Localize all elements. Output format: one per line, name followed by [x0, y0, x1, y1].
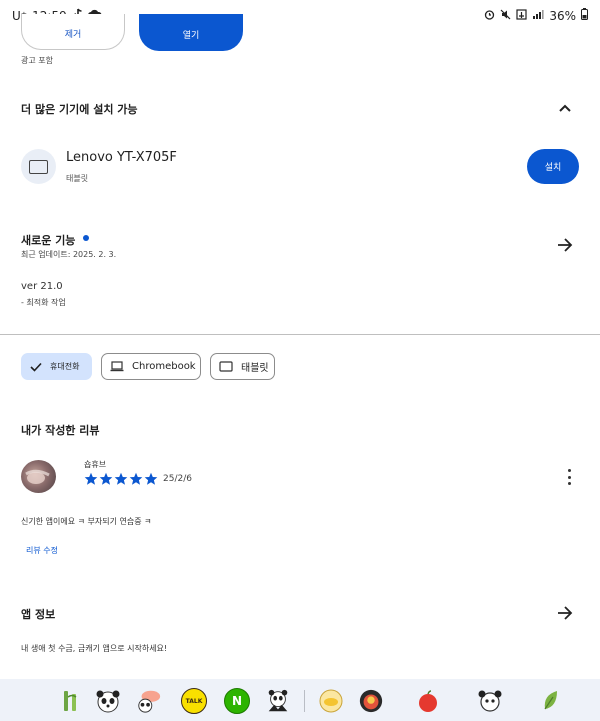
star-icon — [84, 472, 98, 485]
app-info-title[interactable]: 앱 정보 — [21, 606, 55, 622]
sticker-divider — [304, 690, 305, 712]
app-info-arrow-icon[interactable] — [557, 605, 573, 621]
chip-tablet[interactable]: 태블릿 — [210, 353, 275, 380]
chip-label: 태블릿 — [241, 363, 269, 374]
version-note: - 최적화 작업 — [21, 298, 66, 307]
gold-sticker-icon[interactable] — [318, 688, 344, 714]
review-body: 신기한 앱이에요 ㅋ 부자되기 연습중 ㅋ — [21, 517, 152, 526]
my-review-title: 내가 작성한 리뷰 — [21, 424, 100, 437]
battery-icon — [581, 8, 588, 23]
whats-new-title[interactable]: 새로운 기능 — [21, 232, 75, 248]
edit-review-link[interactable]: 리뷰 수정 — [26, 545, 58, 556]
open-button[interactable]: 열기 — [139, 14, 243, 51]
panda-speech-sticker-icon[interactable] — [136, 688, 162, 714]
last-updated: 최근 업데이트: 2025. 2. 3. — [21, 250, 117, 259]
mute-icon — [500, 9, 511, 23]
chip-label: 휴대전화 — [50, 362, 80, 371]
star-icon — [144, 472, 158, 485]
new-indicator-dot — [83, 235, 89, 241]
version-text: ver 21.0 — [21, 281, 63, 292]
ad-notice: 광고 포함 — [21, 56, 53, 65]
star-icon — [129, 472, 143, 485]
battery-percent: 36% — [549, 8, 576, 23]
section-divider — [0, 334, 600, 335]
review-date: 25/2/6 — [163, 474, 192, 484]
avatar — [21, 460, 56, 493]
alarm-icon — [484, 9, 495, 23]
chip-chromebook[interactable]: Chromebook — [101, 353, 201, 380]
app-info-description: 내 생애 첫 수금, 금캐기 앱으로 시작하세요! — [21, 644, 168, 653]
naver-sticker-label: N — [231, 694, 243, 708]
chip-phone[interactable]: 휴대전화 — [21, 353, 92, 380]
talk-sticker-icon[interactable]: TALK — [181, 688, 207, 714]
collapse-chevron-icon[interactable] — [558, 100, 572, 114]
panda-face-sticker-icon[interactable] — [477, 688, 503, 714]
remove-button[interactable]: 제거 — [21, 14, 125, 50]
whats-new-arrow-icon[interactable] — [557, 237, 573, 253]
sticker-bar — [0, 679, 600, 721]
data-saver-icon — [516, 8, 527, 23]
talk-sticker-label: TALK — [185, 697, 203, 705]
reviewer-name: 숍휴브 — [84, 460, 107, 469]
check-icon — [30, 362, 42, 372]
tablet-device-icon — [21, 149, 56, 184]
devices-section-title: 더 많은 기기에 설치 가능 — [21, 103, 138, 116]
character-sticker-icon[interactable] — [358, 688, 384, 714]
laptop-icon — [110, 361, 124, 372]
chip-label: Chromebook — [132, 361, 196, 372]
naver-sticker-icon[interactable]: N — [224, 688, 250, 714]
tablet-icon — [219, 361, 233, 372]
apple-sticker-icon[interactable] — [415, 688, 441, 714]
signal-icon — [532, 9, 544, 23]
bamboo-sticker-icon[interactable] — [58, 688, 84, 714]
install-button[interactable]: 설치 — [527, 149, 579, 184]
device-name: Lenovo YT-X705F — [66, 150, 177, 165]
star-icon — [99, 472, 113, 485]
more-options-icon[interactable] — [565, 469, 573, 485]
star-icon — [114, 472, 128, 485]
rating-stars — [84, 472, 158, 486]
panda-cheer-sticker-icon[interactable] — [265, 688, 291, 714]
leaf-sticker-icon[interactable] — [538, 688, 564, 714]
device-type: 태블릿 — [66, 174, 89, 183]
panda-sticker-icon[interactable] — [95, 688, 121, 714]
